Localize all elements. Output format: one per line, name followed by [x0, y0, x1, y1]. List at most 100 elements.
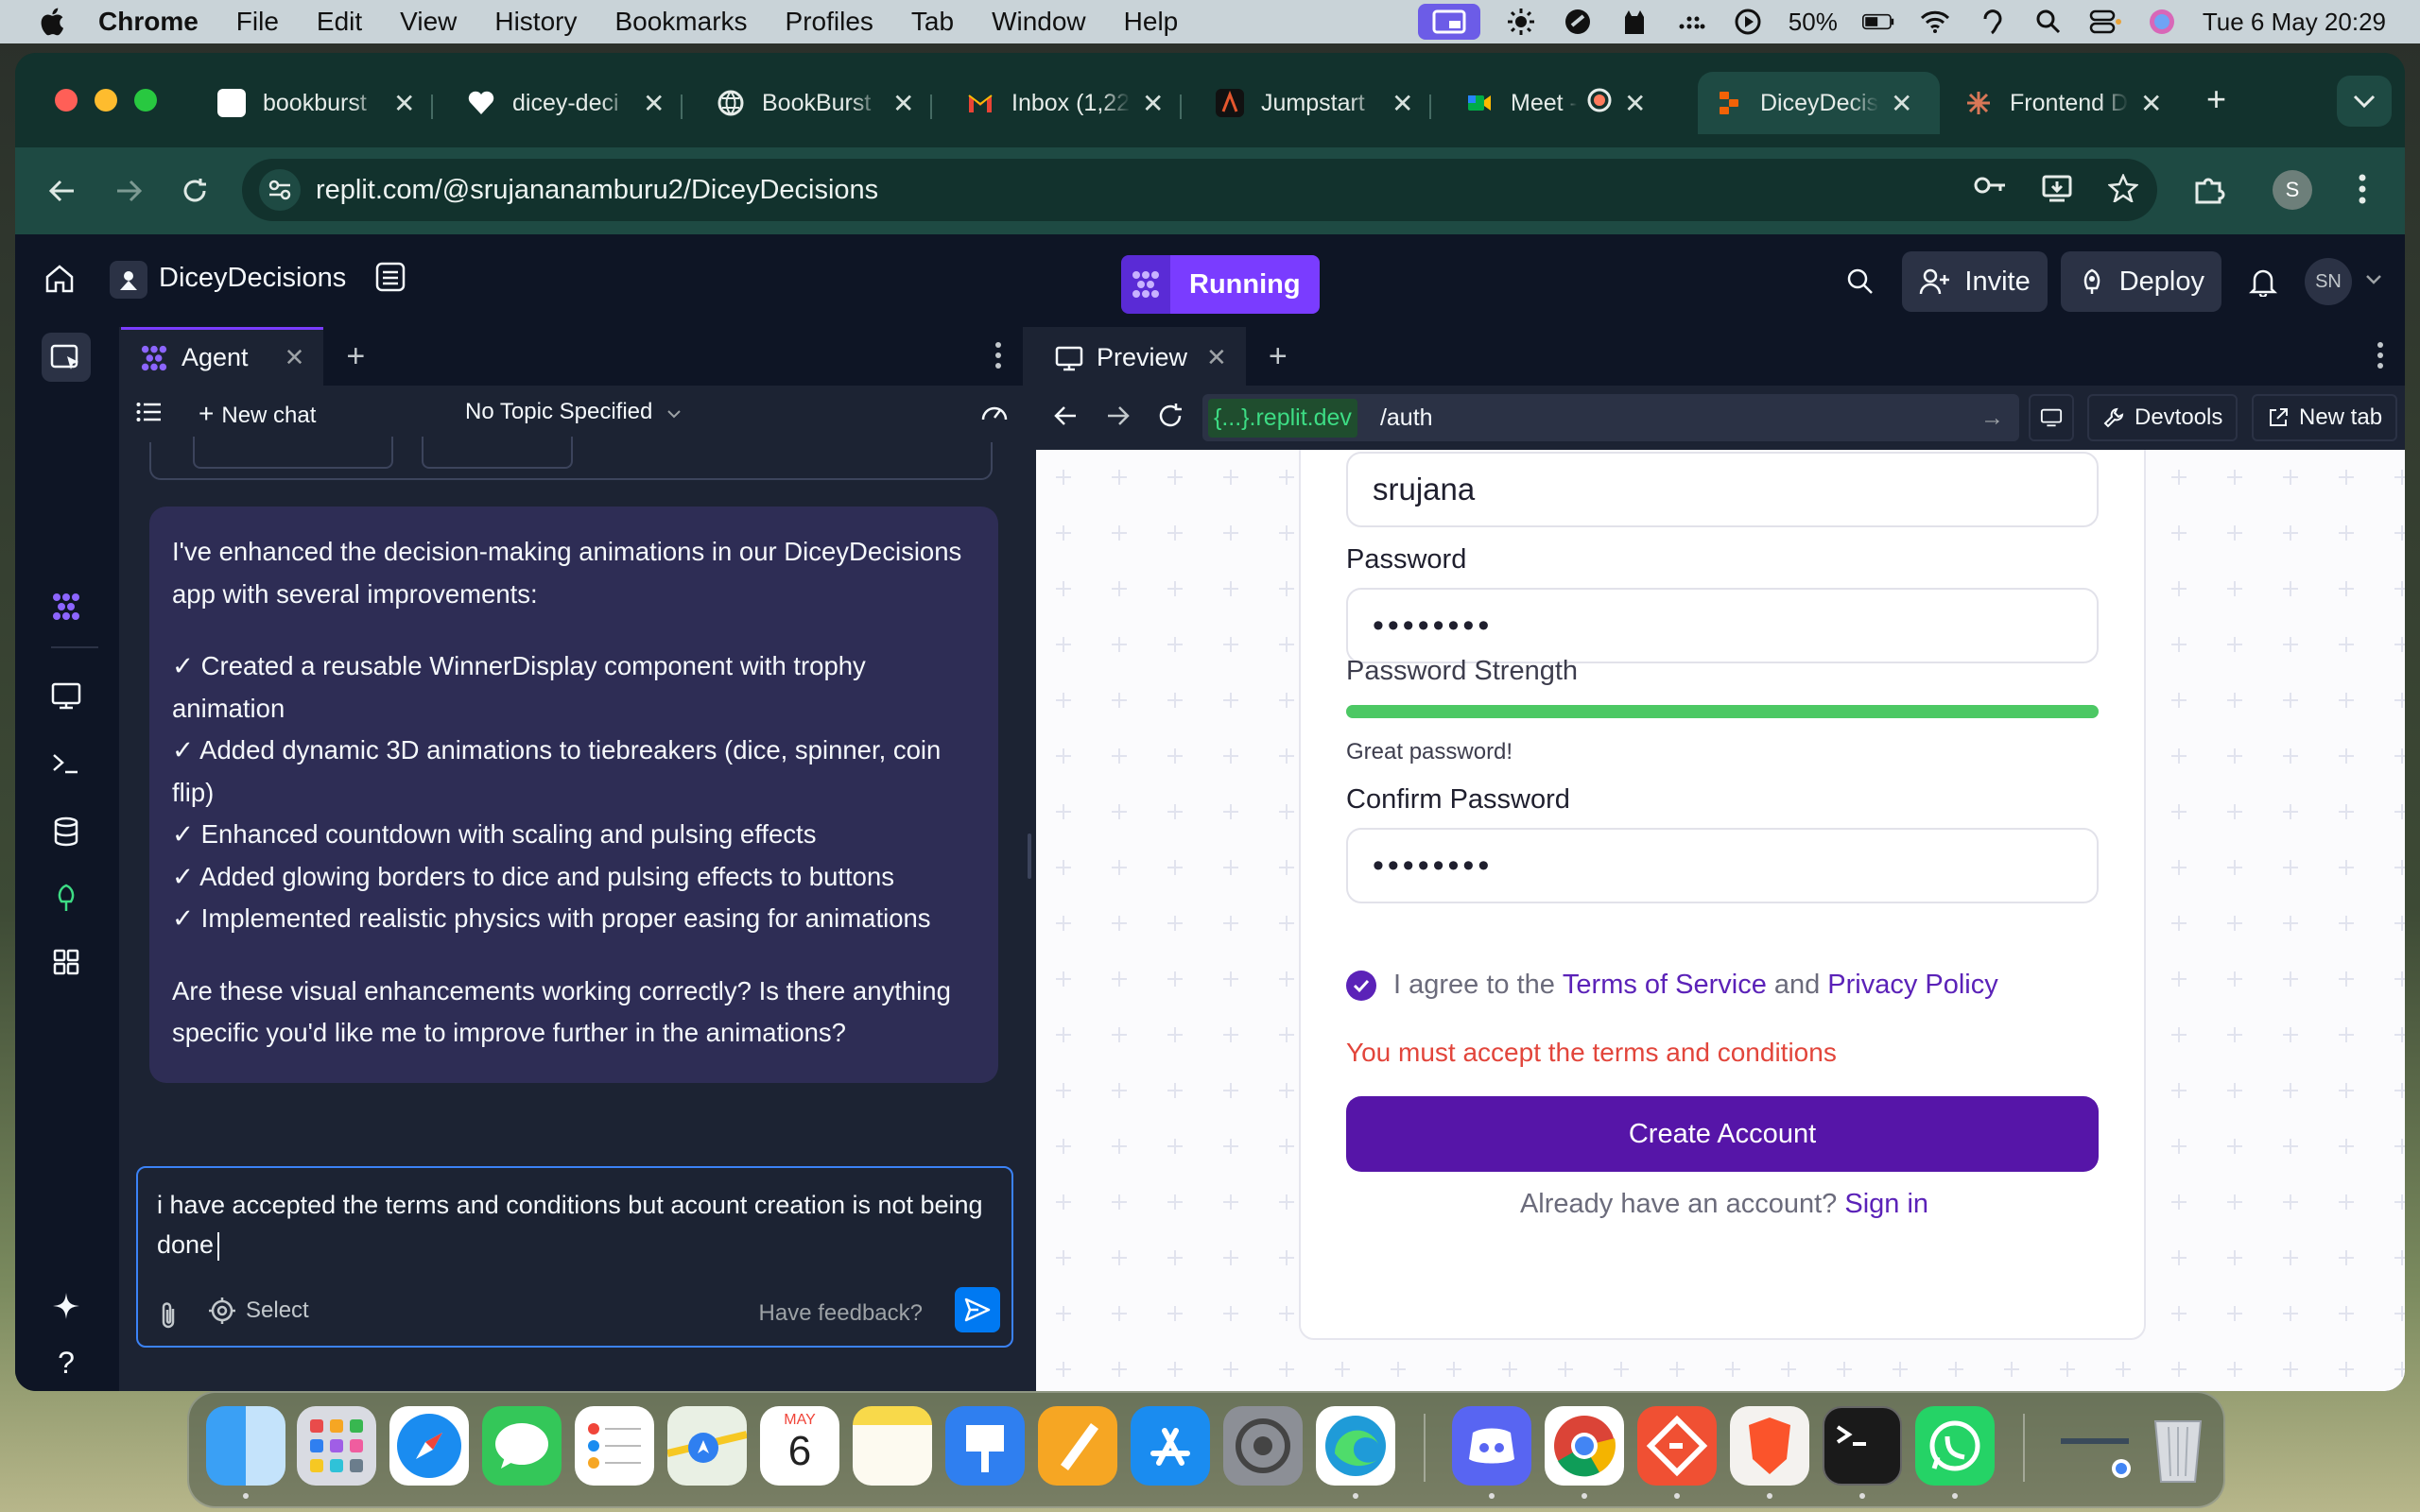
- whatsapp-icon[interactable]: [1915, 1406, 1995, 1486]
- menu-edit[interactable]: Edit: [317, 7, 362, 37]
- browser-tab-meet[interactable]: Meet - ✕: [1448, 72, 1663, 134]
- edge-icon[interactable]: [1316, 1406, 1395, 1486]
- database-icon[interactable]: [42, 807, 91, 856]
- close-tab-icon[interactable]: ✕: [1624, 88, 1646, 119]
- panel-kebab-icon[interactable]: [994, 340, 1002, 375]
- panel-resize-handle[interactable]: [1023, 327, 1036, 1391]
- brave-icon[interactable]: [1730, 1406, 1809, 1486]
- site-settings-icon[interactable]: [259, 169, 301, 211]
- loom-icon[interactable]: [1562, 8, 1594, 36]
- add-tab-plus-icon[interactable]: +: [1269, 338, 1288, 375]
- control-center-icon[interactable]: [2089, 8, 2121, 36]
- select-element-button[interactable]: Select: [208, 1297, 309, 1325]
- close-tab-icon[interactable]: ✕: [892, 88, 914, 119]
- home-icon[interactable]: [43, 263, 76, 300]
- panel-kebab-icon[interactable]: [2377, 340, 2384, 375]
- sparkle-icon[interactable]: [42, 1281, 91, 1331]
- reminders-icon[interactable]: [575, 1406, 654, 1486]
- address-bar[interactable]: replit.com/@srujananamburu2/DiceyDecisio…: [242, 159, 2157, 221]
- system-settings-icon[interactable]: [1223, 1406, 1303, 1486]
- chrome-icon[interactable]: [1545, 1406, 1624, 1486]
- browser-tab-jumpstart[interactable]: Jumpstart ✕: [1199, 72, 1430, 134]
- messages-icon[interactable]: [482, 1406, 562, 1486]
- tools-panel-icon[interactable]: [42, 333, 91, 382]
- feedback-link[interactable]: Have feedback?: [759, 1300, 923, 1327]
- terms-checkbox[interactable]: [1346, 970, 1376, 1001]
- siri-icon[interactable]: [2146, 8, 2178, 36]
- chat-composer[interactable]: i have accepted the terms and conditions…: [136, 1166, 1013, 1348]
- menu-profiles[interactable]: Profiles: [786, 7, 873, 37]
- username-input[interactable]: srujana: [1346, 452, 2099, 527]
- user-avatar[interactable]: SN: [2305, 258, 2352, 305]
- close-tab-icon[interactable]: ✕: [643, 88, 665, 119]
- deployments-icon[interactable]: [42, 873, 91, 922]
- finder-icon[interactable]: [206, 1406, 285, 1486]
- screen-share-icon[interactable]: [1417, 4, 1480, 40]
- brightness-icon[interactable]: [1505, 8, 1537, 36]
- minimize-window-button[interactable]: [95, 89, 117, 112]
- calendar-icon[interactable]: MAY 6: [760, 1406, 839, 1486]
- open-new-tab-button[interactable]: New tab: [2252, 394, 2398, 441]
- previous-message-button[interactable]: [422, 437, 573, 469]
- menu-file[interactable]: File: [236, 7, 279, 37]
- dots-icon[interactable]: [1675, 8, 1707, 36]
- close-tab-icon[interactable]: ✕: [2140, 88, 2162, 119]
- devtools-button[interactable]: Devtools: [2087, 394, 2238, 441]
- battery-icon[interactable]: [1861, 8, 1894, 36]
- new-tab-plus-icon[interactable]: +: [2206, 79, 2226, 119]
- hearing-icon[interactable]: [1976, 8, 2008, 36]
- project-title[interactable]: DiceyDecisions: [159, 263, 346, 294]
- app-store-icon[interactable]: [1131, 1406, 1210, 1486]
- preview-url-bar[interactable]: {...}.replit.dev /auth →: [1202, 394, 2019, 441]
- notification-bell-icon[interactable]: [2235, 251, 2291, 312]
- add-tab-plus-icon[interactable]: +: [346, 338, 365, 375]
- extensions-puzzle-icon[interactable]: [2193, 174, 2225, 211]
- cat-icon[interactable]: [1618, 8, 1651, 36]
- notes-icon[interactable]: [853, 1406, 932, 1486]
- close-tab-icon[interactable]: ✕: [393, 88, 415, 119]
- preview-reload-icon[interactable]: [1157, 403, 1184, 434]
- menu-tab[interactable]: Tab: [911, 7, 954, 37]
- chat-history-menu-icon[interactable]: [136, 401, 163, 430]
- chevron-down-icon[interactable]: [2365, 273, 2382, 290]
- browser-tab-inbox[interactable]: Inbox (1,22 ✕: [949, 72, 1181, 134]
- close-tab-icon[interactable]: ✕: [1891, 88, 1912, 119]
- install-app-icon[interactable]: [2042, 174, 2074, 207]
- profile-avatar[interactable]: S: [2273, 170, 2312, 210]
- help-icon[interactable]: ?: [42, 1338, 91, 1387]
- trash-icon[interactable]: [2138, 1406, 2218, 1486]
- close-tab-icon[interactable]: ✕: [1392, 88, 1413, 119]
- tab-preview[interactable]: Preview ✕: [1036, 327, 1246, 386]
- webview-icon[interactable]: [42, 671, 91, 720]
- deploy-button[interactable]: Deploy: [2060, 251, 2221, 312]
- all-tools-grid-icon[interactable]: [42, 937, 91, 987]
- chat-input[interactable]: i have accepted the terms and conditions…: [157, 1185, 989, 1264]
- send-button[interactable]: [955, 1287, 1000, 1332]
- new-chat-button[interactable]: + New chat: [199, 399, 316, 429]
- spotlight-search-icon[interactable]: [2032, 8, 2065, 36]
- wifi-icon[interactable]: [1919, 8, 1951, 36]
- preview-back-icon[interactable]: [1053, 404, 1078, 432]
- close-tab-icon[interactable]: ✕: [1206, 343, 1227, 372]
- keynote-icon[interactable]: [945, 1406, 1025, 1486]
- browser-tab-dicey-deci[interactable]: dicey-deci ✕: [450, 72, 682, 134]
- go-arrow-icon[interactable]: →: [1980, 404, 2004, 432]
- chrome-menu-kebab-icon[interactable]: [2358, 172, 2367, 211]
- tab-search-chevron-icon[interactable]: [2337, 76, 2392, 127]
- shell-icon[interactable]: [42, 739, 91, 788]
- menu-app-name[interactable]: Chrome: [98, 7, 199, 37]
- invite-button[interactable]: Invite: [1902, 251, 2048, 312]
- maps-icon[interactable]: [666, 1406, 748, 1486]
- close-tab-icon[interactable]: ✕: [1142, 88, 1164, 119]
- file-tree-icon[interactable]: [374, 261, 406, 298]
- pages-icon[interactable]: [1038, 1406, 1117, 1486]
- clock[interactable]: Tue 6 May 20:29: [2203, 8, 2386, 37]
- close-window-button[interactable]: [55, 89, 78, 112]
- browser-tab-diceydecisions[interactable]: DiceyDecis ✕: [1698, 72, 1940, 134]
- device-toggle-button[interactable]: [2029, 394, 2074, 441]
- menu-view[interactable]: View: [400, 7, 457, 37]
- back-arrow-icon[interactable]: [36, 164, 89, 217]
- password-input[interactable]: ••••••••: [1346, 588, 2099, 663]
- topic-select[interactable]: No Topic Specified: [465, 399, 682, 425]
- menu-bookmarks[interactable]: Bookmarks: [614, 7, 747, 37]
